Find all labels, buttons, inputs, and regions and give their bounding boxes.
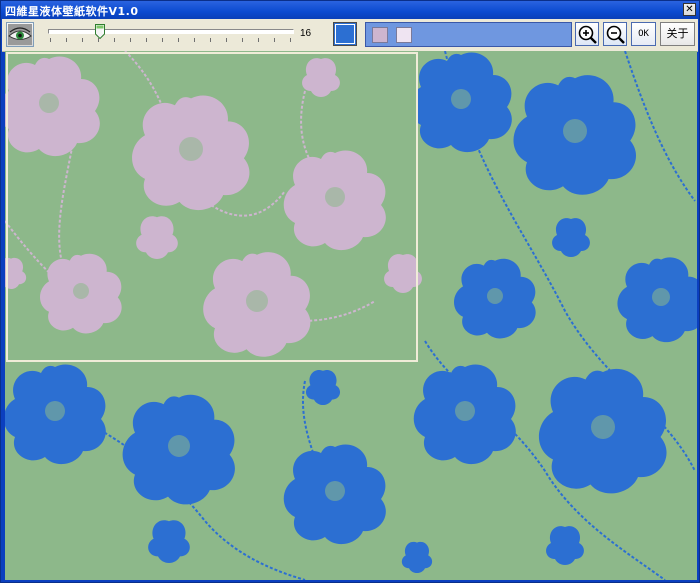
eye-icon: [8, 24, 32, 45]
slider-value: 16: [300, 28, 312, 39]
zoom-out-icon: [606, 25, 625, 44]
zoom-out-button[interactable]: [603, 22, 627, 46]
slider-ticks: [50, 38, 294, 42]
wallpaper-canvas[interactable]: [5, 51, 697, 580]
zoom-in-icon: [578, 25, 597, 44]
close-button[interactable]: ✕: [683, 3, 696, 16]
slider-thumb[interactable]: [95, 24, 106, 39]
swatch-pale-lavender[interactable]: [396, 27, 412, 43]
swatch-light-purple[interactable]: [372, 27, 388, 43]
color-swatch-bar: [365, 22, 572, 47]
app-window: 四維星液体壁紙软件V1.0 ✕ 16 OK 关于: [0, 0, 700, 583]
speed-slider[interactable]: [46, 24, 296, 46]
eye-button[interactable]: [6, 22, 34, 47]
window-title: 四維星液体壁紙软件V1.0: [5, 5, 139, 18]
selected-color-swatch[interactable]: [333, 22, 357, 46]
zoom-in-button[interactable]: [575, 22, 599, 46]
toolbar: 16 OK 关于: [2, 19, 698, 52]
about-button[interactable]: 关于: [660, 22, 695, 46]
ok-button[interactable]: OK: [631, 22, 656, 46]
title-bar[interactable]: 四維星液体壁紙软件V1.0 ✕: [1, 1, 699, 19]
slider-track: [48, 29, 294, 34]
preview-selection-box[interactable]: [6, 52, 418, 362]
